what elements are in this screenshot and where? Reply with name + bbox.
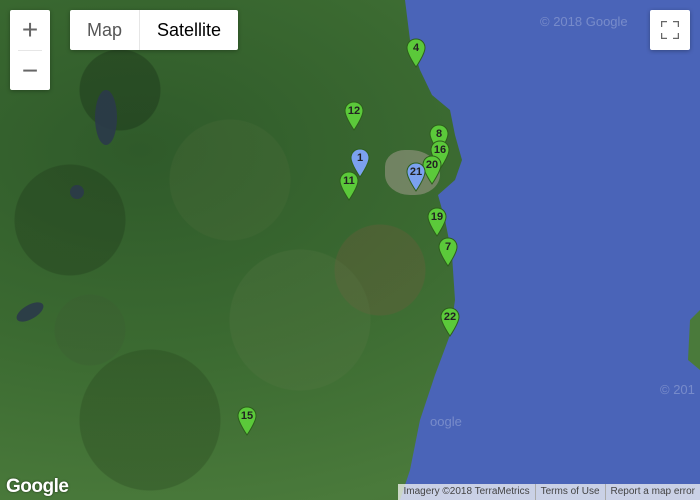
map-marker-4[interactable]: 4 (405, 38, 427, 68)
zoom-out-button[interactable]: − (10, 51, 50, 91)
map-type-control: Map Satellite (70, 10, 239, 50)
map-type-satellite-button[interactable]: Satellite (140, 10, 238, 50)
map-marker-11[interactable]: 11 (338, 171, 360, 201)
zoom-in-button[interactable]: + (10, 10, 50, 50)
map-marker-7[interactable]: 7 (437, 237, 459, 267)
marker-label: 15 (240, 410, 254, 422)
google-logo: Google (6, 476, 69, 497)
fullscreen-icon (661, 21, 679, 39)
sea (400, 0, 700, 500)
marker-label: 4 (412, 42, 420, 54)
report-error-link[interactable]: Report a map error (606, 484, 700, 500)
marker-label: 11 (343, 175, 355, 187)
map-watermark: oogle (430, 414, 462, 429)
marker-label: 7 (444, 241, 452, 253)
map-type-map-button[interactable]: Map (70, 10, 141, 50)
map-marker-15[interactable]: 15 (236, 406, 258, 436)
marker-label: 8 (435, 128, 443, 140)
map-watermark: © 2018 Google (540, 14, 628, 29)
map-marker-22[interactable]: 22 (439, 307, 461, 337)
map-marker-19[interactable]: 19 (426, 207, 448, 237)
zoom-control: + − (10, 10, 50, 90)
marker-label: 21 (409, 166, 423, 178)
marker-label: 22 (443, 311, 457, 323)
marker-label: 12 (347, 105, 361, 117)
map-watermark: © 201 (660, 382, 695, 397)
imagery-credit: Imagery ©2018 TerraMetrics (398, 484, 536, 500)
map-canvas[interactable]: © 2018 Google oogle © 201 + − Map Satell… (0, 0, 700, 500)
attribution-bar: Imagery ©2018 TerraMetrics Terms of Use … (398, 484, 700, 500)
map-marker-21[interactable]: 21 (405, 162, 427, 192)
fullscreen-button[interactable] (650, 10, 690, 50)
marker-label: 19 (430, 211, 444, 223)
map-marker-12[interactable]: 12 (343, 101, 365, 131)
terms-link[interactable]: Terms of Use (536, 484, 606, 500)
marker-label: 1 (356, 152, 364, 164)
